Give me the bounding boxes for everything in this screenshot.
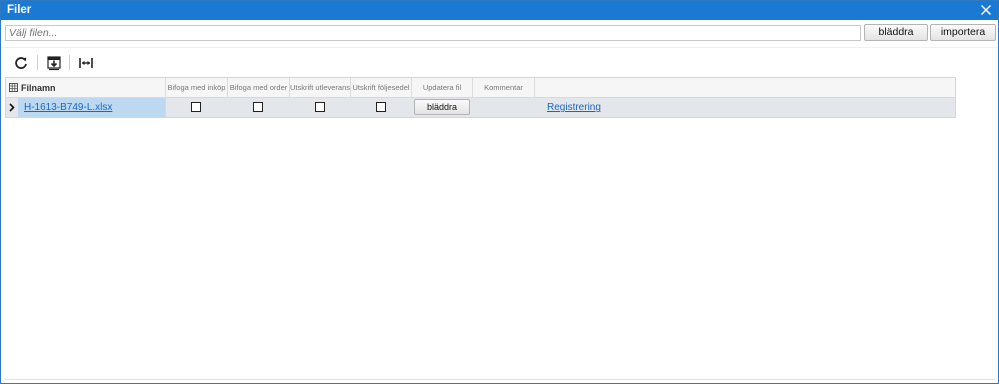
column-header-utskrift-foljesedel[interactable]: Utskrift följesedel [351, 78, 412, 98]
toolbar-separator [37, 55, 38, 70]
utskrift-foljesedel-checkbox[interactable] [376, 102, 386, 112]
row-indicator-icon [9, 103, 15, 112]
column-header-filename[interactable]: Filnamn [6, 78, 166, 98]
refresh-icon[interactable] [13, 55, 29, 71]
column-header-bifoga-inkop[interactable]: Bifoga med inköp [166, 78, 228, 98]
bifoga-inkop-checkbox[interactable] [191, 102, 201, 112]
export-icon[interactable] [46, 55, 62, 71]
grid-header: Filnamn Bifoga med inköp Bifoga med orde… [6, 78, 955, 98]
column-chooser-icon[interactable] [9, 83, 18, 92]
files-grid: Filnamn Bifoga med inköp Bifoga med orde… [5, 77, 956, 118]
column-header-update-file[interactable]: Updatera fil [412, 78, 473, 98]
browse-button[interactable]: bläddra [864, 24, 928, 41]
utskrift-utleverans-checkbox[interactable] [315, 102, 325, 112]
filename-cell[interactable]: H-1613-B749-L.xlsx [18, 98, 166, 117]
column-label: Filnamn [21, 83, 56, 93]
column-header-bifoga-order[interactable]: Bifoga med order [228, 78, 290, 98]
toolbar-divider [1, 47, 998, 48]
toolbar-separator [69, 55, 70, 70]
fit-columns-icon[interactable] [78, 55, 94, 71]
files-dialog: Filer bläddra importera [0, 0, 999, 384]
update-file-browse-button[interactable]: bläddra [414, 99, 470, 115]
file-path-input[interactable] [5, 25, 861, 41]
table-row[interactable]: H-1613-B749-L.xlsx bläddra Registrering [6, 98, 955, 117]
bifoga-order-checkbox[interactable] [253, 102, 263, 112]
dialog-titlebar: Filer [1, 1, 998, 20]
column-header-comment[interactable]: Kommentar [473, 78, 535, 98]
import-button[interactable]: importera [930, 24, 996, 41]
filename-link[interactable]: H-1613-B749-L.xlsx [24, 102, 112, 113]
close-icon[interactable] [978, 2, 994, 18]
registration-link[interactable]: Registrering [547, 102, 601, 113]
dialog-title: Filer [7, 4, 32, 16]
dialog-bottom-border [5, 379, 995, 380]
column-header-utskrift-utleverans[interactable]: Utskrift utleverans [290, 78, 351, 98]
